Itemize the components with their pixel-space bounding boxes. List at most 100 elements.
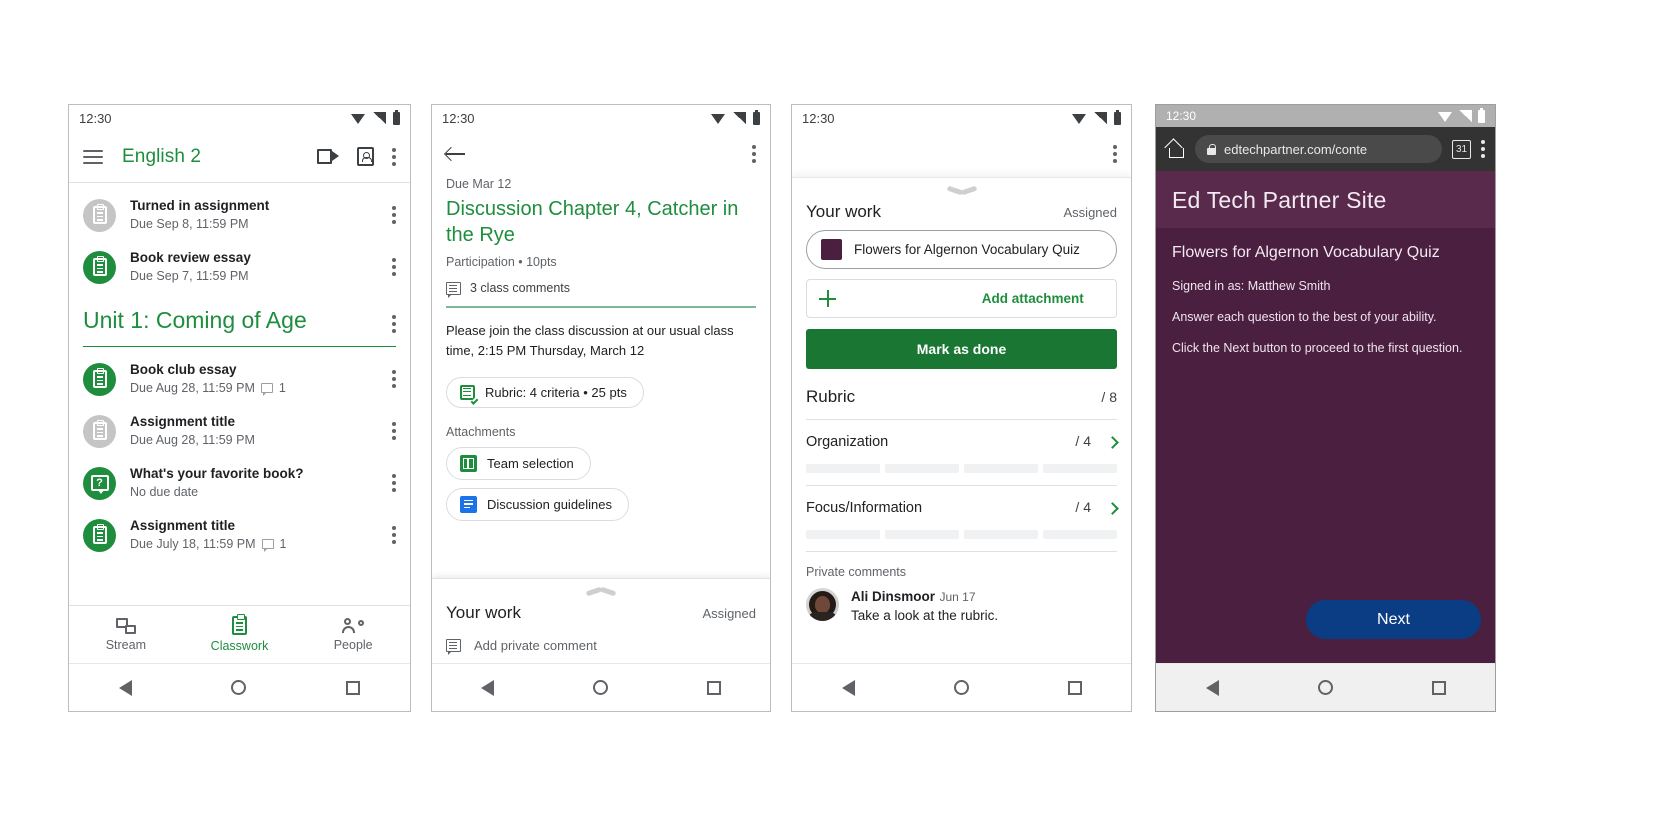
rubric-total-score: / 8: [1101, 389, 1117, 405]
kebab-menu-icon[interactable]: [392, 474, 396, 492]
recents-square-icon[interactable]: [706, 680, 721, 695]
class-title: English 2: [122, 145, 202, 167]
site-header: Ed Tech Partner Site: [1156, 171, 1495, 228]
rubric-criterion-organization[interactable]: Organization / 4: [806, 420, 1119, 473]
android-nav-bar: [1156, 663, 1495, 711]
mark-as-done-button[interactable]: Mark as done: [806, 329, 1117, 369]
rubric-chip-label: Rubric: 4 criteria • 25 pts: [485, 384, 627, 400]
id-card-icon[interactable]: [357, 147, 374, 166]
unit-title: Unit 1: Coming of Age: [83, 307, 307, 333]
tab-people[interactable]: People: [296, 606, 410, 663]
back-triangle-icon[interactable]: [481, 679, 495, 696]
battery-icon: [393, 109, 400, 125]
kebab-menu-icon[interactable]: [392, 526, 396, 544]
recents-square-icon[interactable]: [1067, 680, 1082, 695]
add-private-comment-placeholder: Add private comment: [474, 638, 597, 653]
tab-stream[interactable]: Stream: [69, 606, 183, 663]
home-circle-icon[interactable]: [953, 680, 969, 695]
kebab-menu-icon[interactable]: [392, 370, 396, 388]
site-title: Ed Tech Partner Site: [1172, 187, 1387, 213]
hamburger-menu-icon[interactable]: [83, 149, 103, 164]
url-text: edtechpartner.com/conte: [1224, 141, 1368, 157]
kebab-menu-icon[interactable]: [1481, 140, 1485, 158]
comment-icon: [446, 639, 461, 655]
home-icon[interactable]: [1166, 141, 1185, 158]
assignment-meta: Participation • 10pts: [446, 255, 557, 269]
comment-icon: [446, 281, 461, 298]
kebab-menu-icon[interactable]: [392, 147, 396, 166]
list-item[interactable]: Book review essay Due Sep 7, 11:59 PM: [69, 241, 410, 293]
video-camera-icon[interactable]: [317, 149, 339, 164]
list-item[interactable]: Assignment title Due July 18, 11:59 PM 1: [69, 509, 410, 561]
status-icons: [351, 109, 400, 125]
back-triangle-icon[interactable]: [1205, 679, 1219, 696]
tab-classwork[interactable]: Classwork: [183, 606, 297, 663]
url-bar[interactable]: edtechpartner.com/conte: [1195, 135, 1442, 163]
instruction-line-2: Click the Next button to proceed to the …: [1172, 341, 1463, 355]
assignment-title: Discussion Chapter 4, Catcher in the Rye: [446, 198, 739, 246]
criterion-levels: [806, 530, 1117, 539]
kebab-menu-icon[interactable]: [392, 258, 396, 276]
criterion-score: / 4: [1075, 499, 1091, 515]
list-item-title: Assignment title: [130, 414, 236, 429]
plus-icon: [819, 290, 962, 307]
list-item-subtitle: Due Aug 28, 11:59 PM 1: [130, 381, 286, 396]
kebab-menu-icon[interactable]: [752, 145, 756, 163]
home-circle-icon[interactable]: [1317, 680, 1333, 695]
status-clock: 12:30: [1166, 109, 1197, 123]
kebab-menu-icon[interactable]: [1113, 145, 1117, 163]
app-bar: English 2: [69, 131, 410, 183]
stream-icon: [115, 617, 136, 634]
list-item[interactable]: Assignment title Due Aug 28, 11:59 PM: [69, 405, 410, 457]
recents-square-icon[interactable]: [346, 680, 361, 695]
web-page: Ed Tech Partner Site Flowers for Algerno…: [1156, 171, 1495, 663]
signal-icon: [733, 112, 746, 124]
tab-count-button[interactable]: 31: [1452, 139, 1471, 159]
back-triangle-icon[interactable]: [841, 679, 855, 696]
list-item[interactable]: Book club essay Due Aug 28, 11:59 PM 1: [69, 353, 410, 405]
lock-icon: [1207, 143, 1216, 155]
class-comments-link[interactable]: 3 class comments: [446, 281, 756, 298]
back-triangle-icon[interactable]: [118, 679, 132, 696]
rubric-icon: [460, 384, 479, 405]
attachment-chip-discussion-guidelines[interactable]: Discussion guidelines: [446, 487, 630, 521]
your-work-status: Assigned: [1063, 205, 1117, 220]
quiz-swatch-icon: [821, 239, 842, 260]
criterion-name: Focus/Information: [806, 500, 923, 516]
recents-square-icon[interactable]: [1431, 680, 1446, 695]
assignment-icon: [83, 518, 116, 552]
divider: [446, 306, 756, 308]
assignment-icon: [83, 414, 116, 448]
list-item-subtitle: No due date: [130, 485, 199, 499]
list-item-subtitle: Due Sep 7, 11:59 PM: [130, 269, 249, 283]
attachment-chip-quiz[interactable]: Flowers for Algernon Vocabulary Quiz: [806, 230, 1117, 269]
private-comment-item: Ali Dinsmoor Jun 17 Take a look at the r…: [806, 588, 1117, 623]
rubric-criterion-focus-information[interactable]: Focus/Information / 4: [806, 486, 1119, 539]
back-arrow-icon[interactable]: [446, 146, 466, 162]
add-attachment-button[interactable]: Add attachment: [806, 279, 1117, 318]
signal-icon: [373, 112, 386, 124]
list-item[interactable]: ? What's your favorite book? No due date: [69, 457, 410, 509]
kebab-menu-icon[interactable]: [392, 315, 396, 333]
list-item-subtitle: Due Sep 8, 11:59 PM: [130, 217, 249, 231]
home-circle-icon[interactable]: [592, 680, 608, 695]
kebab-menu-icon[interactable]: [392, 206, 396, 224]
chevron-down-icon[interactable]: [947, 186, 977, 196]
wifi-icon: [351, 113, 366, 124]
add-attachment-label: Add attachment: [981, 291, 1084, 306]
comment-author: Ali Dinsmoor: [851, 589, 936, 604]
google-sheets-icon: [460, 454, 477, 472]
next-button[interactable]: Next: [1306, 600, 1481, 639]
list-item-title: Turned in assignment: [130, 198, 270, 213]
add-private-comment-field[interactable]: Add private comment: [446, 638, 756, 655]
attachment-chip-team-selection[interactable]: Team selection: [446, 446, 591, 480]
status-clock: 12:30: [79, 110, 112, 126]
instruction-line-1: Answer each question to the best of your…: [1172, 310, 1437, 324]
kebab-menu-icon[interactable]: [392, 422, 396, 440]
list-item[interactable]: Turned in assignment Due Sep 8, 11:59 PM: [69, 189, 410, 241]
rubric-chip[interactable]: Rubric: 4 criteria • 25 pts: [446, 376, 644, 408]
chevron-up-icon[interactable]: [586, 587, 616, 597]
private-comments-label: Private comments: [806, 565, 907, 579]
home-circle-icon[interactable]: [231, 680, 247, 695]
google-docs-icon: [460, 495, 477, 513]
